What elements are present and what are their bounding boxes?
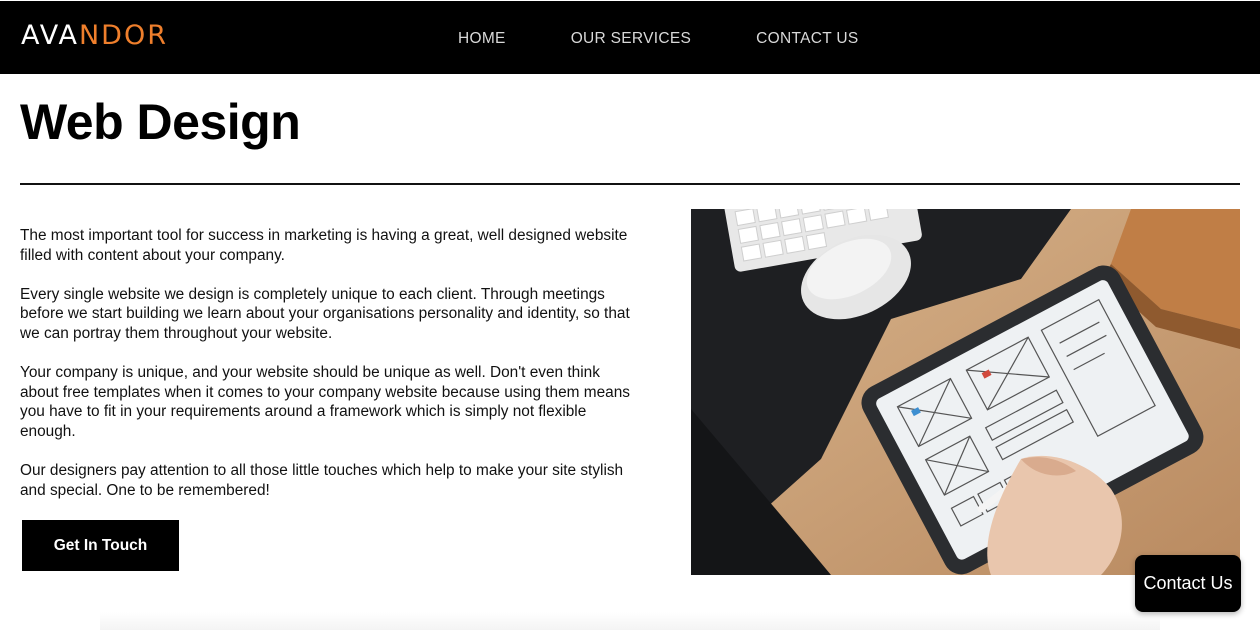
tablet-design-photo (691, 209, 1240, 575)
nav-our-services[interactable]: OUR SERVICES (571, 28, 691, 50)
tablet-wireframe-illustration (691, 209, 1240, 575)
floating-contact-button[interactable]: Contact Us (1135, 555, 1241, 612)
paragraph-no-templates: Your company is unique, and your website… (20, 364, 630, 440)
logo-text-orange: NDOR (78, 20, 168, 51)
footer-shadow (100, 612, 1160, 630)
service-description: The most important tool for success in m… (20, 226, 635, 520)
title-divider (20, 183, 1240, 185)
paragraph-unique-design: Every single website we design is comple… (20, 285, 630, 342)
nav-contact-us[interactable]: CONTACT US (756, 28, 858, 50)
main-nav: HOME OUR SERVICES CONTACT US (458, 28, 859, 50)
get-in-touch-button[interactable]: Get In Touch (22, 520, 179, 571)
nav-home[interactable]: HOME (458, 28, 506, 50)
site-header: AVANDOR HOME OUR SERVICES CONTACT US (0, 0, 1260, 74)
paragraph-intro: The most important tool for success in m… (20, 227, 628, 264)
paragraph-details: Our designers pay attention to all those… (20, 462, 624, 499)
avandor-logo[interactable]: AVANDOR (21, 21, 168, 51)
logo-text-white: AVA (21, 20, 79, 51)
page-title: Web Design (20, 94, 301, 150)
